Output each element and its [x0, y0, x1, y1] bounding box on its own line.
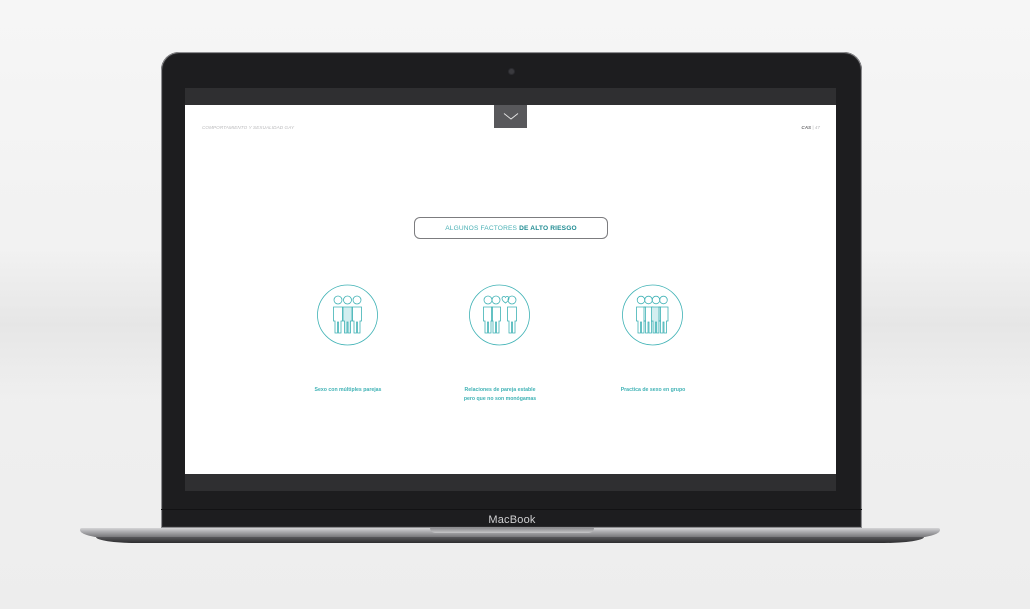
caption-line: pero que no son monógamas	[463, 396, 537, 402]
screen-bottom-bar	[185, 474, 836, 491]
factor-item-group-sex	[621, 280, 684, 350]
caption-line: Sexo con múltiples parejas	[314, 387, 382, 393]
factor-caption-group-sex: Practica de sexo en grupo	[578, 386, 728, 395]
factor-item-multiple-partners	[316, 280, 379, 350]
couple-with-heart-icon	[469, 284, 530, 346]
factor-caption-non-monogamous-couple: Relaciones de pareja estable pero que no…	[425, 386, 575, 404]
caption-line: Practica de sexo en grupo	[620, 387, 686, 393]
factor-item-non-monogamous-couple	[468, 280, 531, 350]
menu-toggle-button[interactable]	[494, 105, 527, 128]
page-number: 47	[814, 125, 820, 130]
page-indicator: CAS | 47	[801, 125, 820, 130]
laptop-screen: COMPORTAMIENTO Y SEXUALIDAD GAY CAS | 47…	[185, 88, 836, 491]
group-people-icon	[622, 284, 683, 346]
bezel-divider	[161, 509, 862, 510]
screen-top-bar	[185, 88, 836, 105]
page-separator: |	[812, 125, 814, 130]
laptop-base-underside	[96, 537, 924, 543]
brand-label: MacBook	[488, 514, 536, 526]
factor-caption-multiple-partners: Sexo con múltiples parejas	[273, 386, 423, 395]
camera-icon	[509, 69, 514, 74]
language-selector[interactable]: CAS	[801, 125, 811, 130]
caption-line: Relaciones de pareja estable	[464, 387, 536, 393]
section-heading-light: ALGUNOS FACTORES	[445, 224, 518, 232]
chevron-down-icon	[503, 113, 518, 120]
section-heading-bold: DE ALTO RIESGO	[519, 224, 577, 232]
three-people-icon	[317, 284, 378, 346]
lid-opening-notch	[430, 528, 594, 533]
section-heading: ALGUNOS FACTORES DE ALTO RIESGO	[414, 217, 608, 239]
document-title: COMPORTAMIENTO Y SEXUALIDAD GAY	[202, 125, 295, 130]
